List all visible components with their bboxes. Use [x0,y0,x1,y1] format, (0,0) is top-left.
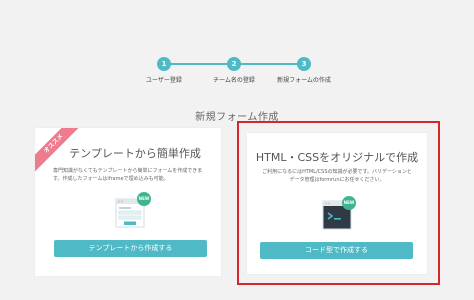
step-number: 1 [157,57,171,71]
step-form-creation: 3 新規フォームの作成 [259,57,349,84]
card-title: テンプレートから簡単作成 [69,147,201,160]
step-label: 新規フォームの作成 [277,77,331,84]
template-option-card: オススメ テンプレートから簡単作成 専門知識がなくてもテンプレートから簡単にフォ… [35,128,221,276]
progress-stepper: 1 ユーザー登録 2 チーム名の登録 3 新規フォームの作成 [0,57,474,89]
new-badge: NEW [137,192,151,206]
card-description: 専門知識がなくてもテンプレートから簡単にフォームを作成できます。作成したフォーム… [53,168,203,182]
create-from-template-button[interactable]: テンプレートから作成する [54,240,207,257]
highlight-frame [237,121,440,285]
step-number: 3 [297,57,311,71]
step-number: 2 [227,57,241,71]
